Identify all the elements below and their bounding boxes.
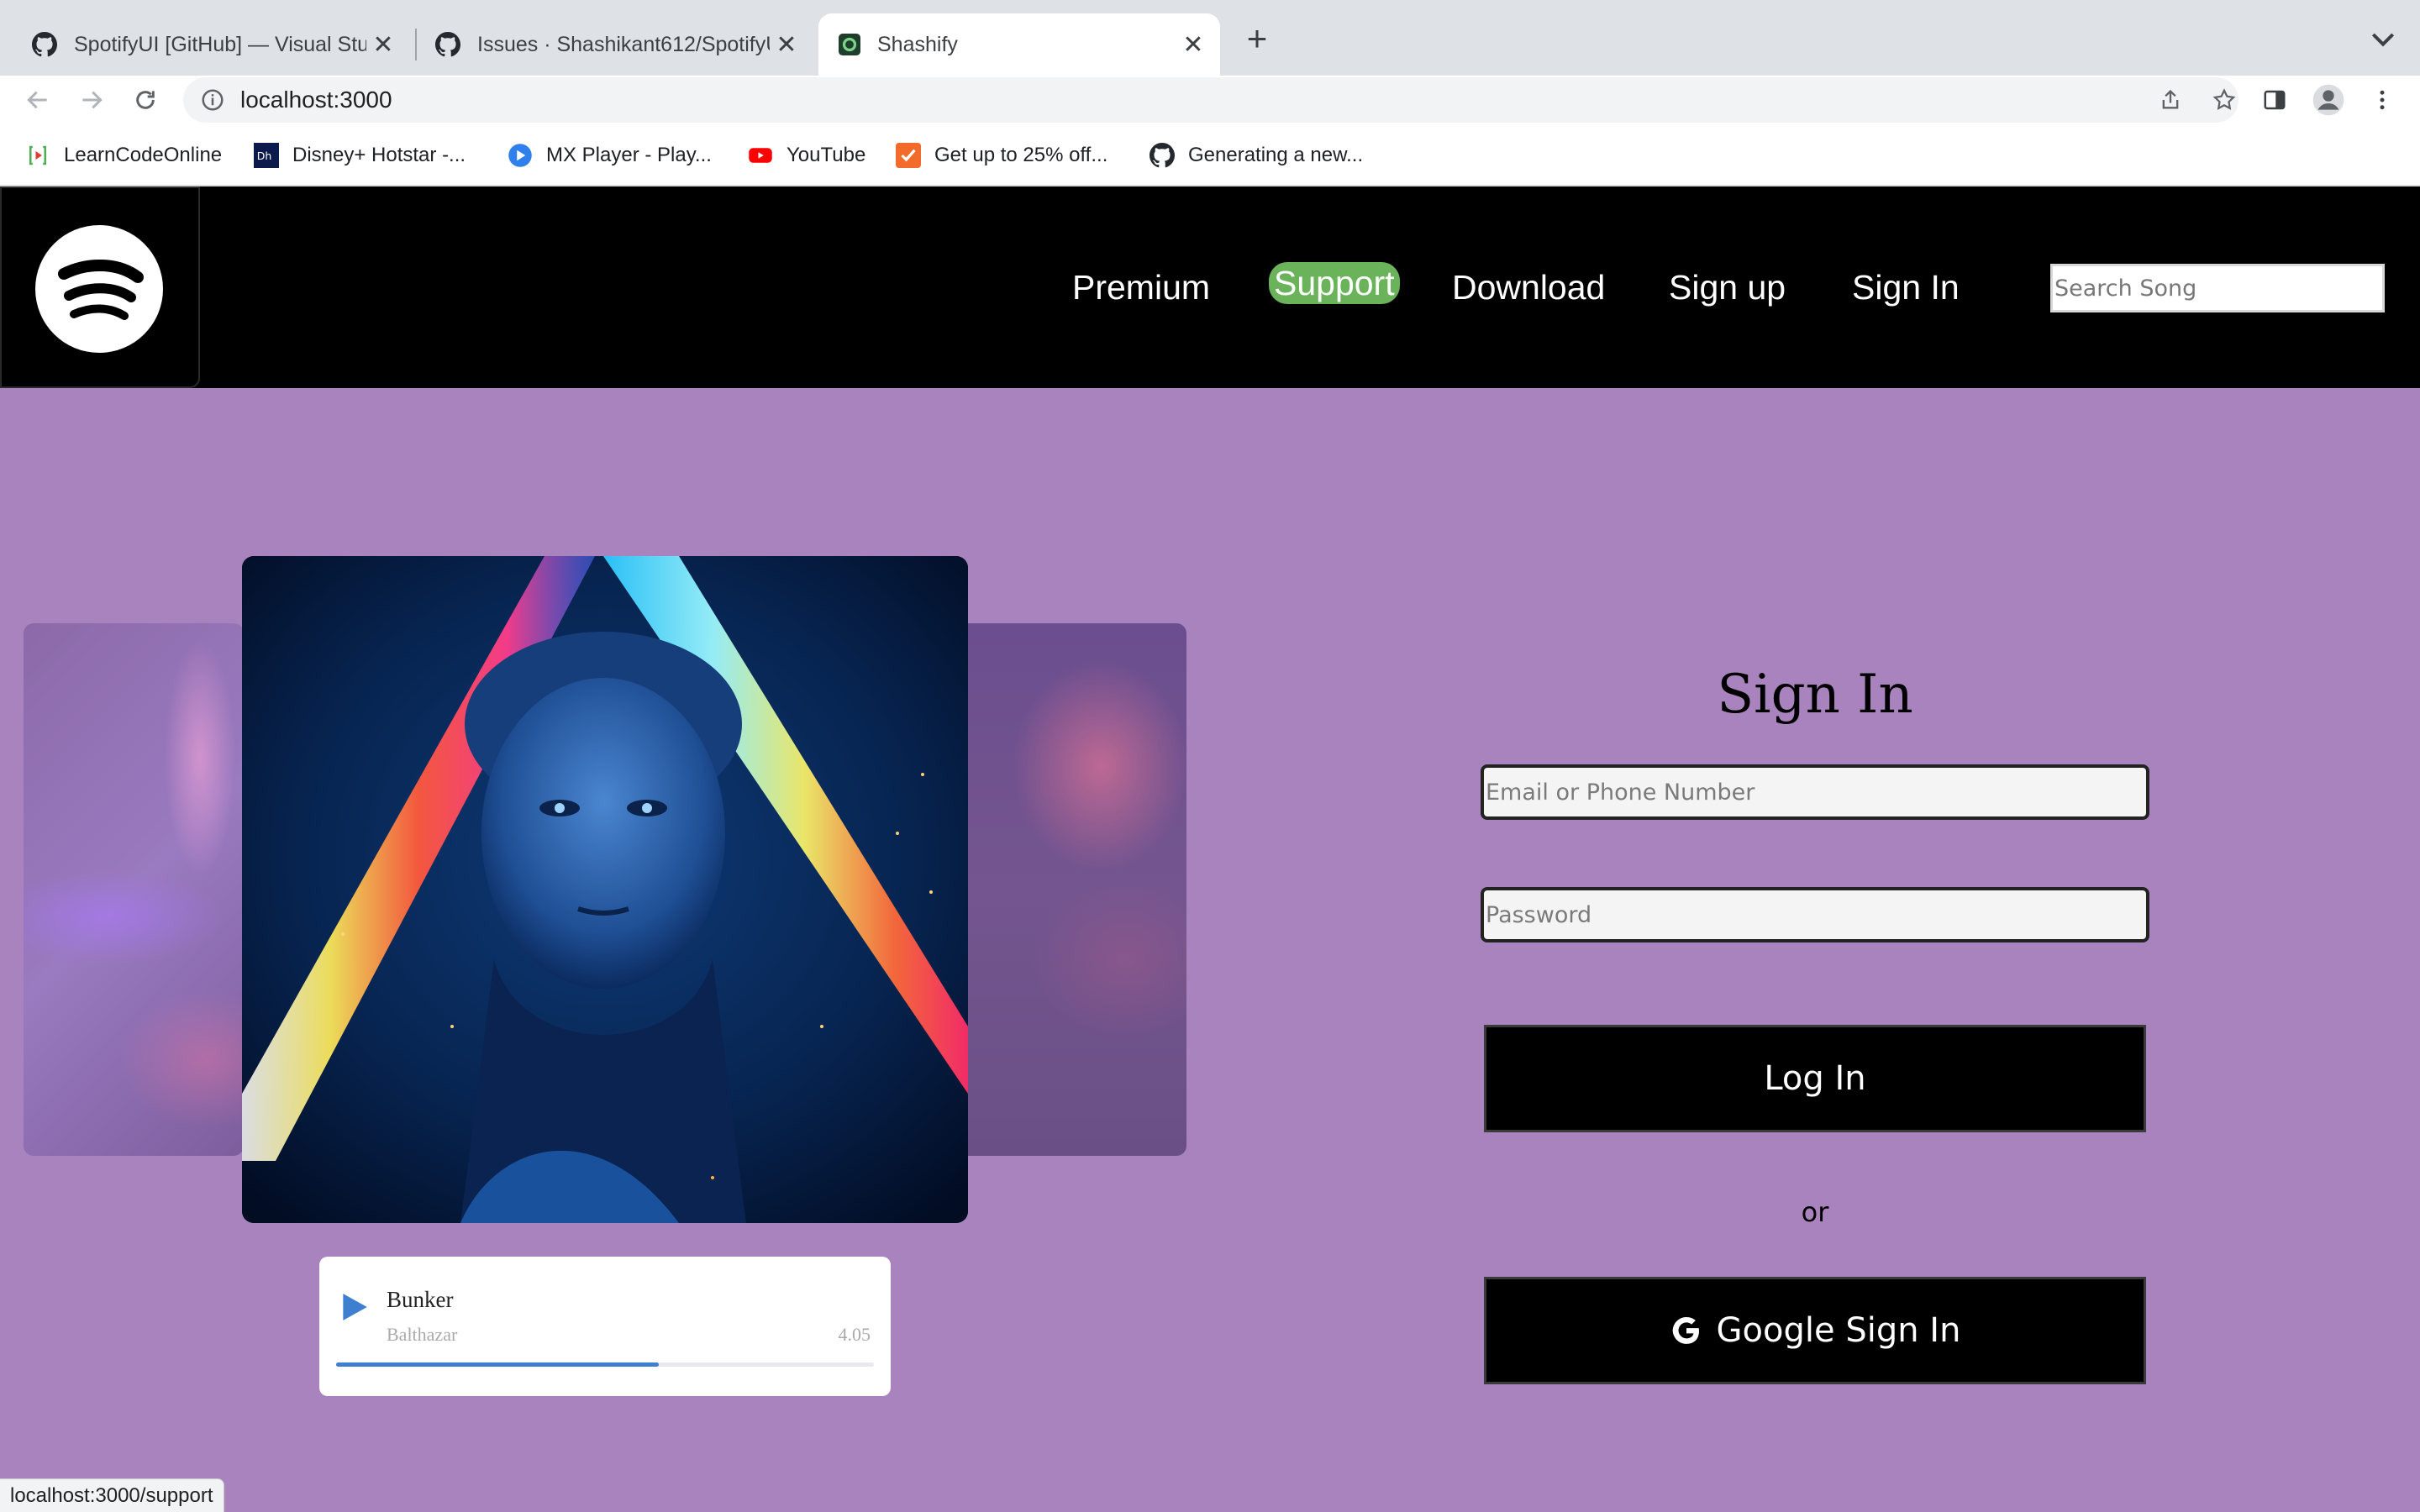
learncodeonline-icon	[29, 145, 46, 165]
browser-tab-vscode[interactable]: SpotifyUI [GitHub] — Visual Studio Code …	[0, 13, 410, 76]
share-button[interactable]	[2153, 82, 2188, 118]
bookmark-label: LearnCodeOnline	[64, 144, 223, 166]
tab-title: SpotifyUI [GitHub] — Visual Studio Code	[74, 32, 366, 56]
close-icon[interactable]: ✕	[770, 30, 803, 60]
address-bar[interactable]: localhost:3000	[183, 77, 2238, 123]
bookmark-label: YouTube	[786, 144, 866, 166]
browser-tab-shashify[interactable]: Shashify ✕	[818, 13, 1220, 76]
browser-tab-issues[interactable]: Issues · Shashikant612/SpotifyUI ✕	[420, 13, 813, 76]
logo-link[interactable]	[0, 186, 200, 388]
login-label: Log In	[1764, 1059, 1866, 1098]
profile-button[interactable]	[2311, 82, 2346, 118]
bookmark-label: Generating a new...	[1188, 144, 1364, 166]
bookmark-offer[interactable]: Get up to 25% off...	[896, 141, 1107, 170]
track-time: 4.05	[838, 1324, 871, 1345]
github-icon	[1150, 143, 1175, 168]
app-navbar: Premium Support Download Sign up Sign In	[0, 186, 2420, 388]
bookmark-youtube[interactable]: YouTube	[748, 141, 865, 170]
browser-toolbar: localhost:3000	[0, 76, 2420, 124]
carousel-next-card[interactable]	[958, 623, 1186, 1156]
carousel-prev-card[interactable]	[24, 623, 244, 1156]
close-icon[interactable]: ✕	[366, 30, 400, 60]
nav-premium[interactable]: Premium	[1072, 264, 1210, 311]
album-art-card	[242, 556, 968, 1223]
tab-title: Shashify	[877, 32, 958, 56]
track-title: Bunker	[387, 1287, 454, 1312]
reload-icon	[136, 91, 155, 109]
spotify-waves-icon	[58, 260, 144, 320]
bookmark-label: Disney+ Hotstar -...	[292, 144, 466, 166]
browser-menu-button[interactable]	[2365, 82, 2400, 118]
nav-sign-up[interactable]: Sign up	[1669, 264, 1786, 311]
tab-separator	[415, 29, 417, 60]
share-icon	[2162, 89, 2179, 109]
spotify-favicon	[839, 34, 860, 55]
browser-tab-strip: SpotifyUI [GitHub] — Visual Studio Code …	[0, 0, 2420, 76]
link-status-bubble: localhost:3000/support	[0, 1478, 224, 1512]
google-signin-button[interactable]: Google Sign In	[1484, 1277, 2146, 1384]
side-panel-button[interactable]	[2257, 82, 2292, 118]
close-icon[interactable]: ✕	[1176, 30, 1210, 60]
url-text: localhost:3000	[240, 87, 392, 113]
progress-bar[interactable]	[336, 1362, 874, 1367]
svg-text:Dh: Dh	[257, 150, 272, 162]
signin-title: Sign In	[1717, 664, 1913, 726]
login-button[interactable]: Log In	[1484, 1025, 2146, 1132]
offer-icon	[896, 143, 921, 168]
side-panel-icon	[2264, 90, 2286, 110]
search-song-input[interactable]	[2050, 264, 2385, 312]
google-icon	[1672, 1317, 1699, 1344]
or-separator: or	[1801, 1196, 1829, 1228]
password-field[interactable]	[1481, 887, 2149, 942]
play-icon[interactable]	[338, 1290, 370, 1324]
arrow-right-icon	[82, 91, 103, 109]
back-button[interactable]	[20, 82, 55, 118]
hotstar-icon: Dh	[254, 143, 279, 168]
github-icon	[435, 32, 460, 57]
bookmark-star-button[interactable]	[2207, 82, 2242, 118]
forward-button[interactable]	[74, 82, 109, 118]
bookmark-mxplayer[interactable]: MX Player - Play...	[508, 141, 712, 170]
album-art-image	[242, 556, 968, 1223]
bookmark-github[interactable]: Generating a new...	[1150, 141, 1363, 170]
bookmark-label: MX Player - Play...	[546, 144, 712, 166]
track-artist: Balthazar	[387, 1324, 458, 1345]
avatar-icon	[2312, 84, 2344, 116]
email-field[interactable]	[1481, 764, 2149, 820]
music-player: Bunker Balthazar 4.05	[319, 1257, 891, 1396]
star-icon	[2212, 88, 2236, 110]
progress-fill	[336, 1362, 659, 1367]
chevron-down-icon[interactable]	[2366, 22, 2400, 55]
spotify-logo-icon	[35, 225, 163, 353]
mxplayer-icon	[508, 144, 532, 167]
nav-support[interactable]: Support	[1269, 262, 1400, 304]
new-tab-button[interactable]: +	[1239, 20, 1276, 57]
google-signin-label: Google Sign In	[1716, 1311, 1961, 1350]
bookmarks-bar: LearnCodeOnline Dh Disney+ Hotstar -... …	[0, 124, 2420, 186]
arrow-left-icon	[27, 91, 47, 109]
info-icon[interactable]	[200, 87, 225, 113]
reload-button[interactable]	[128, 82, 163, 118]
nav-download[interactable]: Download	[1452, 264, 1605, 311]
bookmark-learncodeonline[interactable]: LearnCodeOnline	[25, 141, 222, 170]
bookmark-hotstar[interactable]: Dh Disney+ Hotstar -...	[254, 141, 466, 170]
kebab-menu-icon	[2380, 90, 2385, 110]
nav-sign-in[interactable]: Sign In	[1852, 264, 1960, 311]
bookmark-label: Get up to 25% off...	[934, 144, 1108, 166]
tab-title: Issues · Shashikant612/SpotifyUI	[477, 32, 770, 56]
github-icon	[32, 32, 57, 57]
youtube-icon	[749, 148, 772, 163]
